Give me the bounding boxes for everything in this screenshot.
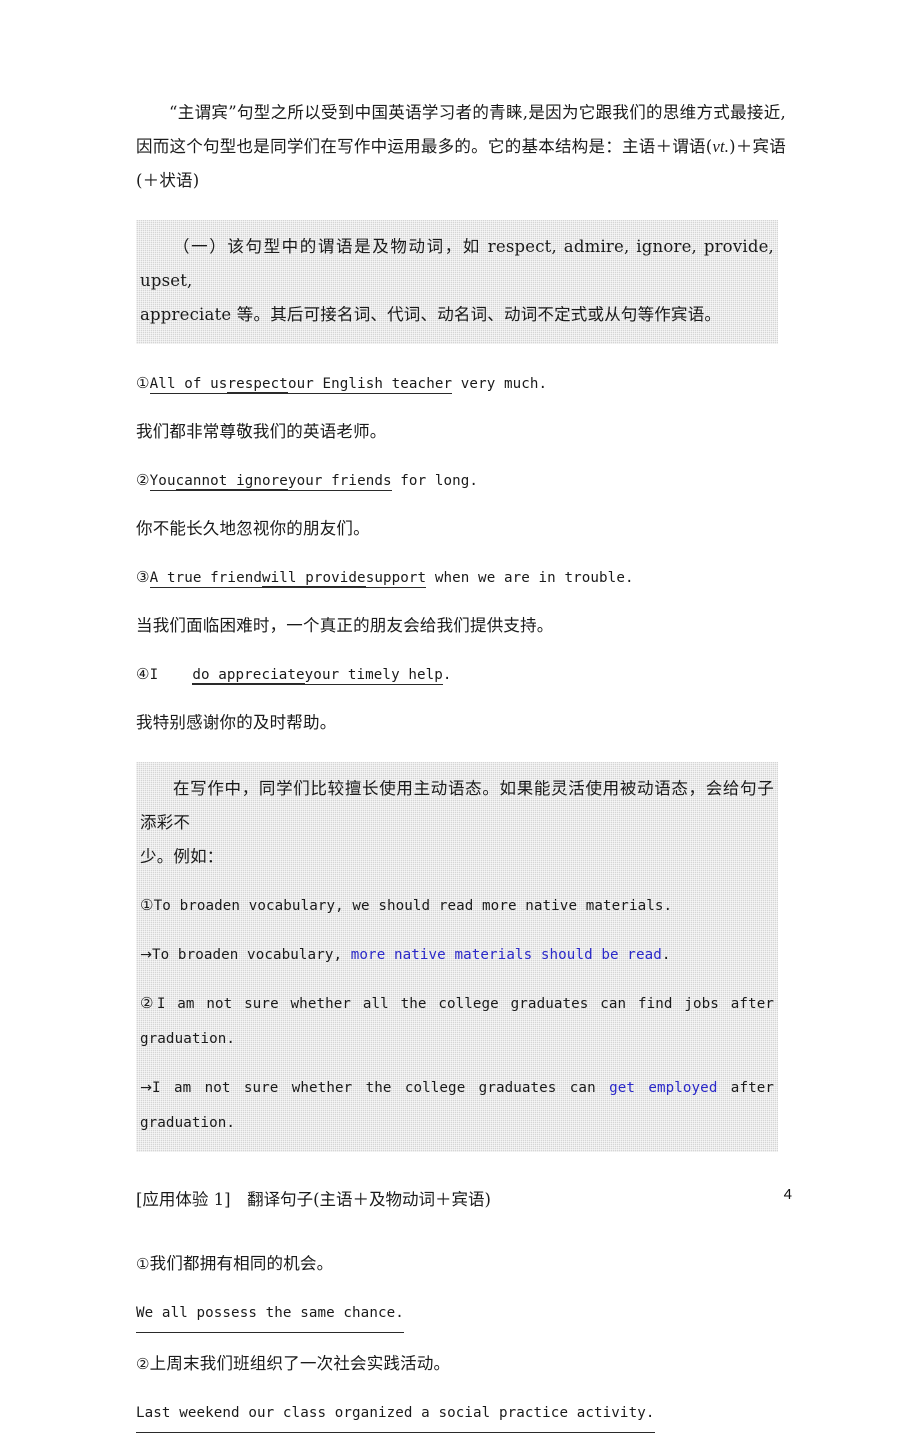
example-tail: when we are in trouble.	[426, 570, 634, 586]
exercise-answer-text: Last weekend our class organized a socia…	[136, 1396, 655, 1433]
box2-rewrite-head: To broaden vocabulary,	[152, 947, 351, 963]
example-tail: .	[442, 667, 452, 683]
page-number: 4	[783, 1186, 792, 1203]
box2-source-sentence: ①To broaden vocabulary, we should read m…	[140, 888, 774, 923]
box2-rewrite-highlight: more native materials should be read	[350, 947, 662, 963]
example-object: support	[365, 570, 427, 588]
exercise-marker: ②	[136, 1355, 150, 1373]
example-translation: 我特别感谢你的及时帮助。	[136, 713, 337, 732]
exercise-prompt-text: 我们都拥有相同的机会。	[149, 1254, 334, 1273]
example-marker: ③	[136, 568, 150, 586]
exercise-answer: Last weekend our class organized a socia…	[136, 1395, 786, 1433]
exercise-marker: ①	[136, 1255, 150, 1273]
arrow-right-icon: →	[140, 947, 152, 963]
example-tail: very much.	[452, 376, 548, 392]
example-verb: cannot ignore	[175, 473, 288, 491]
example-object: our English teacher	[287, 376, 453, 394]
box2-rewrite-highlight: get employed	[609, 1080, 718, 1096]
exercise-prompt: ①我们都拥有相同的机会。	[136, 1247, 786, 1281]
example-subject: You	[149, 473, 176, 491]
example-verb: respect	[227, 376, 288, 394]
intro-paragraph: “主谓宾”句型之所以受到中国英语学习者的青睐,是因为它跟我们的思维方式最接近,因…	[136, 96, 786, 198]
box2-rewrite-tail: .	[661, 947, 671, 963]
example-marker: ④	[136, 665, 150, 683]
intro-italic-note: vt.	[712, 137, 730, 156]
example-marker: ①	[136, 374, 150, 392]
example-verb: will provide	[262, 570, 366, 588]
arrow-right-icon: →	[140, 1080, 152, 1096]
box2-intro-line-1: 在写作中，同学们比较擅长使用主动语态。如果能灵活使用被动语态，会给句子添彩不	[140, 779, 774, 832]
exercise-prompt-text: 上周末我们班组织了一次社会实践活动。	[149, 1354, 451, 1373]
example-object: your timely help	[304, 667, 443, 685]
example-subject: I	[149, 667, 159, 683]
box2-source-text: I am not sure whether all the college gr…	[140, 996, 774, 1047]
box2-source-text: To broaden vocabulary, we should read mo…	[153, 898, 673, 914]
callout-box-transitive-verbs: （一）该句型中的谓语是及物动词，如 respect, admire, ignor…	[136, 220, 778, 344]
box2-rewrite-sentence: →I am not sure whether the college gradu…	[140, 1070, 774, 1140]
example-sentence: ④I do appreciateyour timely help.	[136, 657, 786, 692]
box2-rewrite-head: I am not sure whether the college gradua…	[152, 1080, 610, 1096]
example-tail: for long.	[391, 473, 479, 489]
example-verb: do appreciate	[192, 667, 305, 685]
box1-line-1: （一）该句型中的谓语是及物动词，如 respect, admire, ignor…	[140, 237, 774, 290]
example-marker: ②	[136, 471, 150, 489]
example-object: your friends	[287, 473, 392, 491]
example-sentence: ③A true friendwill providesupport when w…	[136, 560, 786, 595]
example-translation: 你不能长久地忽视你的朋友们。	[136, 519, 370, 538]
box2-item-marker: ①	[140, 896, 154, 914]
callout-box-passive-voice: 在写作中，同学们比较擅长使用主动语态。如果能灵活使用被动语态，会给句子添彩不 少…	[136, 762, 778, 1152]
box1-line-2: appreciate 等。其后可接名词、代词、动名词、动词不定式或从句等作宾语。	[140, 305, 722, 324]
intro-text: “主谓宾”句型之所以受到中国英语学习者的青睐,是因为它跟我们的思维方式最接近,因…	[136, 103, 786, 156]
example-translation: 当我们面临困难时，一个真正的朋友会给我们提供支持。	[136, 616, 554, 635]
example-translation: 我们都非常尊敬我们的英语老师。	[136, 422, 387, 441]
example-subject: A true friend	[149, 570, 262, 588]
document-page: “主谓宾”句型之所以受到中国英语学习者的青睐,是因为它跟我们的思维方式最接近,因…	[0, 0, 920, 1433]
page-content: “主谓宾”句型之所以受到中国英语学习者的青睐,是因为它跟我们的思维方式最接近,因…	[136, 96, 786, 1433]
box2-rewrite-sentence: →To broaden vocabulary, more native mate…	[140, 937, 774, 972]
example-subject: All of us	[149, 376, 228, 394]
box2-item-marker: ②	[140, 994, 157, 1012]
example-sentence: ①All of usrespectour English teacher ver…	[136, 366, 786, 401]
box2-intro-line-2: 少。例如：	[140, 847, 224, 866]
exercise-answer: We all possess the same chance.	[136, 1295, 786, 1333]
exercise-heading: [应用体验 1] 翻译句子(主语＋及物动词＋宾语)	[136, 1189, 491, 1209]
example-sentence: ②Youcannot ignoreyour friends for long.	[136, 463, 786, 498]
box2-source-sentence: ②I am not sure whether all the college g…	[140, 986, 774, 1056]
exercise-prompt: ②上周末我们班组织了一次社会实践活动。	[136, 1347, 786, 1381]
